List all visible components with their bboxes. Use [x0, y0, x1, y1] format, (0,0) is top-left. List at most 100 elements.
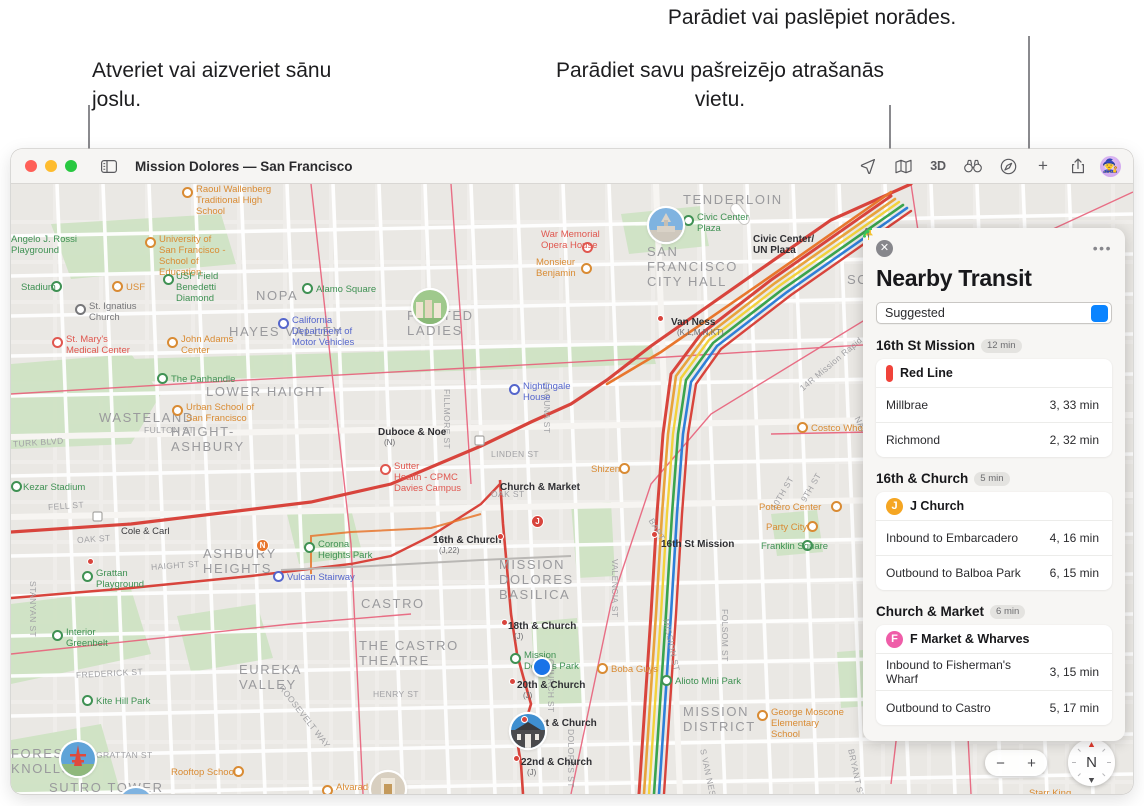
transit-filter-select[interactable]: Suggested: [864, 229, 1112, 324]
transit-line-name: Red Line: [900, 366, 953, 380]
transit-stop-n-judah[interactable]: N: [256, 539, 269, 552]
map-poi-marker-icon[interactable]: [509, 384, 520, 395]
arrival-time-text: 3, 33 min: [1049, 398, 1099, 412]
map-zoom-controls[interactable]: − +: [985, 750, 1047, 776]
map-transit-stop-label[interactable]: Duboce & Noe: [378, 427, 446, 438]
transit-arrival-row[interactable]: Outbound to Castro 5, 17 min: [863, 228, 1112, 725]
zoom-window-button[interactable]: [65, 160, 77, 172]
map-poi-marker-icon[interactable]: [145, 237, 156, 248]
transit-line-row[interactable]: J J Church: [876, 492, 1112, 521]
map-poi-marker-icon[interactable]: [757, 710, 768, 721]
map-transit-stop-label[interactable]: 18th & Church: [508, 621, 576, 632]
transit-stop-dot[interactable]: [509, 678, 516, 685]
map-poi-marker-icon[interactable]: [304, 542, 315, 553]
transit-stop-dot[interactable]: [513, 755, 520, 762]
close-icon[interactable]: ✕: [876, 239, 893, 257]
map-poi-marker-icon[interactable]: [661, 675, 672, 686]
transit-arrival-row[interactable]: Inbound to Embarcadero 4, 16 min: [863, 228, 1112, 556]
map-poi-marker-icon[interactable]: [233, 766, 244, 777]
poi-badge-castro-theatre[interactable]: [371, 772, 405, 794]
map-transit-stop-label[interactable]: 16th St Mission: [661, 539, 734, 550]
poi-badge-sutro-tower[interactable]: [61, 742, 95, 776]
map-poi-marker-icon[interactable]: [52, 630, 63, 641]
share-icon[interactable]: [1065, 154, 1091, 178]
map-poi-marker-icon[interactable]: [82, 695, 93, 706]
binoculars-icon[interactable]: [960, 154, 986, 178]
map-poi-marker-icon[interactable]: [51, 281, 62, 292]
map-poi-marker-icon[interactable]: [157, 373, 168, 384]
transit-stop-dot[interactable]: [497, 533, 504, 540]
transit-stop-dot[interactable]: [651, 531, 658, 538]
callout-location-leader-line: [889, 105, 891, 153]
poi-badge-city-hall[interactable]: [649, 208, 683, 242]
transit-arrival-row[interactable]: Outbound to Balboa Park 6, 15 min: [863, 228, 1112, 590]
map-poi-marker-icon[interactable]: [182, 187, 193, 198]
map-poi-marker-icon[interactable]: [163, 274, 174, 285]
map-poi-marker-icon[interactable]: [831, 501, 842, 512]
zoom-out-button[interactable]: −: [996, 755, 1005, 772]
map-poi-marker-icon[interactable]: [380, 464, 391, 475]
map-poi-marker-icon[interactable]: [75, 304, 86, 315]
transit-arrival-row[interactable]: Inbound to Fisherman's Wharf 3, 15 min: [863, 228, 1112, 691]
map-poi-marker-icon[interactable]: [797, 422, 808, 433]
map-poi-marker-icon[interactable]: [581, 263, 592, 274]
transit-stop-dot[interactable]: [657, 315, 664, 322]
poi-badge-extra[interactable]: [119, 788, 153, 794]
walking-time-badge: 5 min: [863, 228, 1010, 486]
more-options-icon[interactable]: •••: [1093, 241, 1112, 255]
arrival-time-text: 2, 32 min: [1049, 433, 1099, 447]
map-poi-marker-icon[interactable]: [510, 653, 521, 664]
transit-line-row[interactable]: F F Market & Wharves: [876, 625, 1112, 654]
transit-arrival-row[interactable]: Richmond 2, 32 min: [863, 228, 1112, 457]
zoom-in-button[interactable]: +: [1027, 755, 1036, 772]
arrival-time: 6, 15 min: [863, 228, 1102, 580]
map-poi-marker-icon[interactable]: [619, 463, 630, 474]
map-poi-marker-icon[interactable]: [322, 785, 333, 794]
map-icon[interactable]: [890, 154, 916, 178]
map-street-label: LINDEN ST: [491, 449, 539, 459]
add-button[interactable]: +: [1030, 154, 1056, 178]
close-window-button[interactable]: [25, 160, 37, 172]
poi-badge-mission-dolores-basilica[interactable]: [511, 714, 545, 748]
map-poi-marker-icon[interactable]: [112, 281, 123, 292]
map-poi-marker-icon[interactable]: [302, 283, 313, 294]
map-poi-marker-icon[interactable]: [807, 521, 818, 532]
sidebar-toggle-icon[interactable]: [96, 154, 122, 178]
map-poi-marker-icon[interactable]: [582, 242, 593, 253]
map-transit-stop-label[interactable]: 20th & Church: [517, 680, 585, 691]
map-poi-marker-icon[interactable]: [273, 571, 284, 582]
window-controls[interactable]: [21, 160, 77, 172]
transit-arrival-row[interactable]: Millbrae 3, 33 min: [863, 228, 1112, 423]
map-poi-marker-icon[interactable]: [82, 571, 93, 582]
transit-stop-dot[interactable]: [87, 558, 94, 565]
avatar[interactable]: 🧙: [1100, 155, 1121, 177]
compass-control[interactable]: N: [1068, 739, 1115, 786]
map-canvas[interactable]: TENDERLOIN NOPA HAYES VALLEY LOWER HAIGHT WA…: [11, 184, 1133, 794]
3d-toggle-button[interactable]: 3D: [925, 154, 951, 178]
directions-icon[interactable]: [995, 154, 1021, 178]
transit-stop-j-church[interactable]: J: [531, 515, 544, 528]
map-poi-marker-icon[interactable]: [167, 337, 178, 348]
map-transit-stop-label[interactable]: Church & Market: [500, 482, 580, 493]
minimize-window-button[interactable]: [45, 160, 57, 172]
map-poi-marker-icon[interactable]: [802, 540, 813, 551]
map-transit-stop-label[interactable]: Civic Center/ UN Plaza: [753, 234, 814, 256]
chevron-updown-icon[interactable]: [864, 229, 1108, 322]
map-poi-marker-icon[interactable]: [278, 318, 289, 329]
transit-stop-dot[interactable]: [501, 619, 508, 626]
map-neighborhood-label: EUREKA VALLEY: [239, 662, 303, 692]
poi-badge-painted-ladies[interactable]: [413, 290, 447, 324]
transit-stop-dot[interactable]: [521, 716, 528, 723]
callout-location-text: Parādiet savu pašreizējo atrašanās vietu…: [555, 59, 885, 111]
transit-line-row[interactable]: Red Line: [864, 229, 1112, 388]
map-transit-stop-label[interactable]: 16th & Church: [433, 535, 501, 546]
map-poi-marker-icon[interactable]: [11, 481, 22, 492]
location-arrow-icon[interactable]: [855, 154, 881, 178]
map-poi-marker-icon[interactable]: [683, 215, 694, 226]
map-poi-marker-icon[interactable]: [172, 405, 183, 416]
map-transit-stop-label[interactable]: Van Ness: [671, 317, 715, 328]
map-poi-marker-icon[interactable]: [52, 337, 63, 348]
transit-group-header: 16th St Mission 12 min: [863, 228, 1112, 353]
map-poi-marker-icon[interactable]: [597, 663, 608, 674]
map-transit-stop-label[interactable]: 22nd & Church: [521, 757, 592, 768]
